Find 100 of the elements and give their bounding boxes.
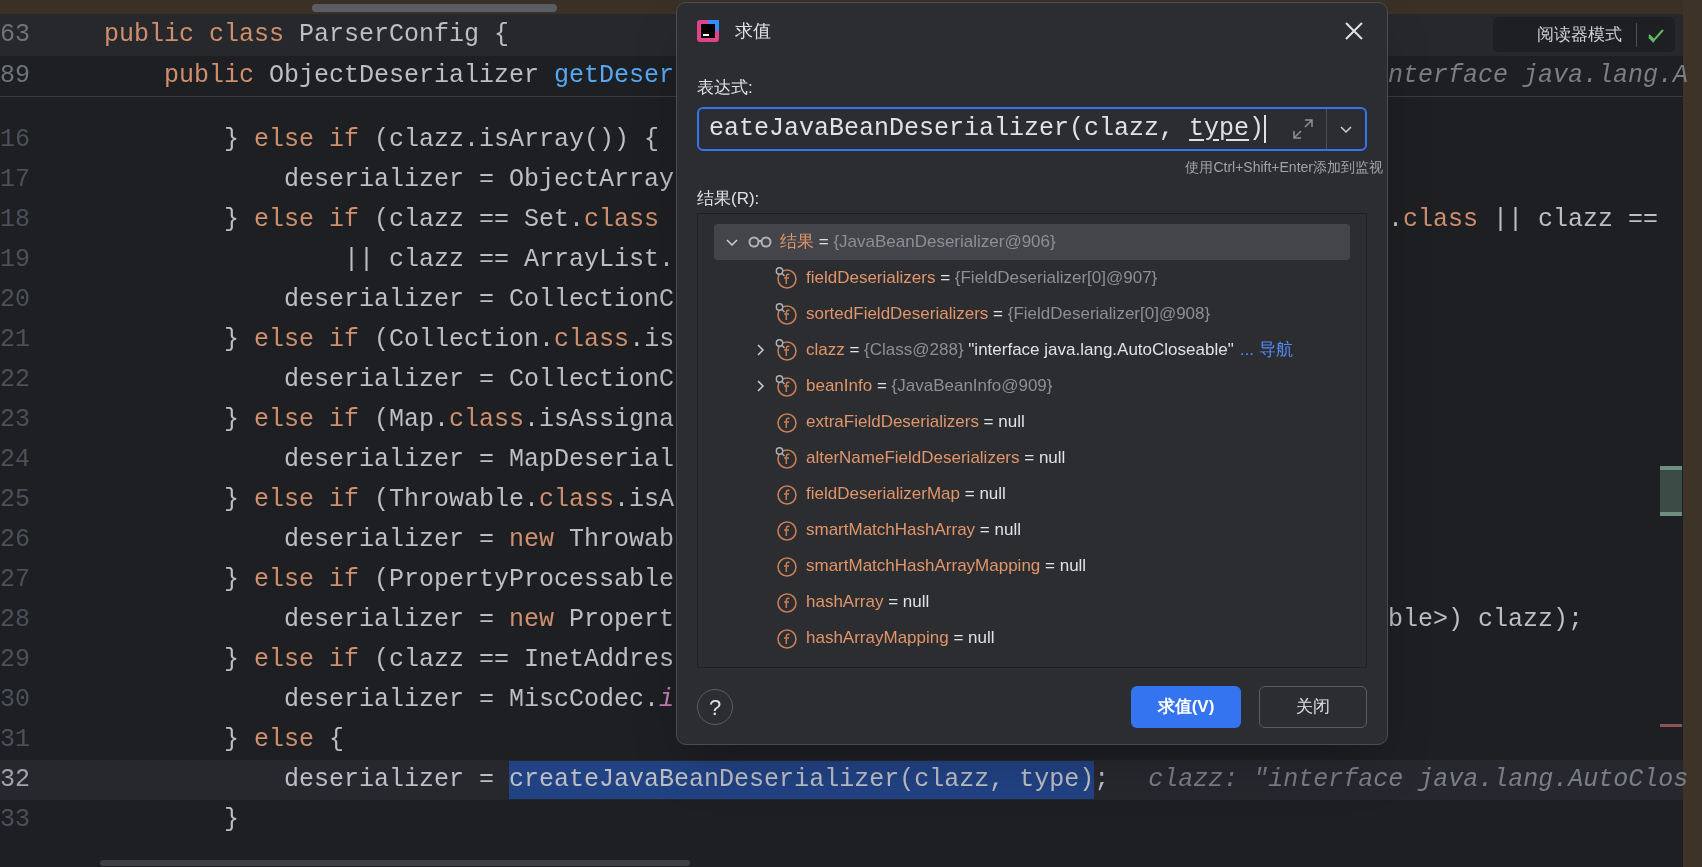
field-icon bbox=[774, 590, 798, 614]
tree-item-text: hashArrayMapping = null bbox=[806, 627, 995, 650]
code-text: . bbox=[1388, 204, 1403, 237]
tree-item-text: clazz = {Class@288} "interface java.lang.AutoCloseable" bbox=[806, 339, 1234, 362]
code-text: } bbox=[223, 724, 241, 757]
code-text: (PropertyProcessable bbox=[373, 564, 675, 597]
tree-item-text: beanInfo = {JavaBeanInfo@909} bbox=[806, 375, 1053, 398]
code-text: } bbox=[223, 644, 241, 677]
code-text: } bbox=[223, 324, 241, 357]
expression-label: 表达式: bbox=[697, 77, 753, 99]
close-button[interactable]: 关闭 bbox=[1259, 686, 1367, 728]
field-icon bbox=[774, 410, 798, 434]
code-text: .isAssigna bbox=[524, 404, 675, 437]
code-text: } bbox=[223, 484, 241, 517]
code-text: public bbox=[163, 60, 255, 93]
code-text: class bbox=[554, 324, 630, 357]
code-text: deserializer = bbox=[283, 524, 496, 557]
code-text: || clazz == bbox=[1492, 204, 1659, 237]
code-text: } bbox=[223, 564, 241, 597]
expression-field[interactable]: eateJavaBeanDeserializer(clazz, type) bbox=[697, 106, 1367, 151]
code-text: } bbox=[223, 124, 241, 157]
scrollbar[interactable] bbox=[312, 4, 557, 12]
code-text: getDeser bbox=[554, 60, 675, 93]
code-text: .is bbox=[629, 324, 675, 357]
reader-mode-toggle[interactable]: 阅读器模式 bbox=[1493, 17, 1675, 52]
code-text: deserializer = bbox=[283, 604, 496, 637]
code-text: { bbox=[328, 724, 345, 757]
code-text: deserializer = MapDeserial bbox=[283, 444, 675, 477]
field-watch-icon bbox=[774, 302, 798, 326]
field-icon bbox=[774, 554, 798, 578]
tree-item-text: sortedFieldDeserializers = {FieldDeserializer[0]@908} bbox=[806, 303, 1211, 326]
line-number: 89 bbox=[0, 60, 31, 93]
code-text: new bbox=[509, 604, 555, 637]
code-text: .isA bbox=[614, 484, 675, 517]
code-text: class bbox=[449, 404, 525, 437]
inline-value-hint: nterface java.lang.A bbox=[1388, 60, 1689, 93]
code-text: (clazz == Set. bbox=[373, 204, 585, 237]
tree-item-text: hashArray = null bbox=[806, 591, 930, 614]
expand-icon[interactable] bbox=[1292, 117, 1314, 140]
code-text: ble>) clazz); bbox=[1388, 604, 1584, 637]
code-text: deserializer = MiscCodec. bbox=[283, 684, 660, 717]
tree-item-text: alterNameFieldDeserializers = null bbox=[806, 447, 1066, 470]
field-icon bbox=[774, 626, 798, 650]
code-text: else if bbox=[254, 204, 360, 237]
evaluate-button[interactable]: 求值(V) bbox=[1131, 686, 1241, 728]
close-icon[interactable] bbox=[1345, 22, 1363, 40]
code-text: deserializer = CollectionC bbox=[283, 284, 675, 317]
code-text: (Collection. bbox=[373, 324, 555, 357]
code-text: else if bbox=[254, 484, 360, 517]
code-text: else if bbox=[254, 324, 360, 357]
code-text: class bbox=[539, 484, 615, 517]
tree-item-text: extraFieldDeserializers = null bbox=[806, 411, 1025, 434]
tree-item-text: fieldDeserializers = {FieldDeserializer[0]@907} bbox=[806, 267, 1158, 290]
code-text: Propert bbox=[568, 604, 675, 637]
dialog-title: 求值 bbox=[735, 19, 771, 43]
code-text: (Throwable. bbox=[373, 484, 540, 517]
code-text: class bbox=[1403, 204, 1479, 237]
code-text: } bbox=[223, 804, 240, 837]
code-text: ObjectDeserializer bbox=[268, 60, 541, 93]
field-watch-icon bbox=[774, 446, 798, 470]
code-text: || clazz == ArrayList. bbox=[343, 244, 675, 277]
code-text: class bbox=[584, 204, 660, 237]
tree-item-text: smartMatchHashArray = null bbox=[806, 519, 1021, 542]
code-text: } bbox=[223, 204, 241, 237]
code-text: (Map. bbox=[373, 404, 450, 437]
navigate-link[interactable]: ... 导航 bbox=[1239, 337, 1293, 363]
field-watch-icon bbox=[774, 338, 798, 362]
shortcut-hint: 使用Ctrl+Shift+Enter添加到监视 bbox=[1185, 157, 1383, 177]
app-logo-icon bbox=[697, 20, 719, 42]
code-text: i bbox=[659, 684, 675, 717]
code-text: else if bbox=[254, 124, 360, 157]
tree-item-text: fieldDeserializerMap = null bbox=[806, 483, 1006, 506]
line-number: 63 bbox=[0, 19, 31, 52]
line-number: 32 bbox=[0, 764, 31, 797]
tree-item-text: 结果 = {JavaBeanDeserializer@906} bbox=[780, 231, 1056, 254]
code-text: deserializer = ObjectArray bbox=[283, 164, 675, 197]
code-text: new bbox=[509, 524, 555, 557]
change-marker bbox=[1660, 466, 1682, 516]
code-text: ParserConfig { bbox=[298, 19, 510, 52]
code-text: (clazz == InetAddres bbox=[373, 644, 675, 677]
code-text: else if bbox=[254, 564, 360, 597]
field-icon bbox=[774, 518, 798, 542]
selected-code: createJavaBeanDeserializer(clazz, type) bbox=[509, 761, 1095, 799]
error-marker bbox=[1660, 724, 1682, 727]
code-text: else bbox=[254, 724, 315, 757]
tree-row[interactable]: 结果 = {JavaBeanDeserializer@906} bbox=[714, 224, 1350, 260]
field-icon bbox=[774, 482, 798, 506]
code-text: ; bbox=[1094, 764, 1110, 797]
code-text: public class bbox=[104, 19, 285, 52]
code-text: (clazz.isArray()) { bbox=[373, 124, 660, 157]
code-text: } bbox=[223, 404, 241, 437]
code-text: Throwab bbox=[568, 524, 675, 557]
scrollbar[interactable] bbox=[100, 859, 690, 866]
field-watch-icon bbox=[774, 374, 798, 398]
glasses-icon bbox=[748, 235, 772, 249]
result-label: 结果(R): bbox=[697, 187, 760, 210]
inline-value-hint: clazz: "interface java.lang.AutoClos bbox=[1148, 764, 1689, 797]
field-watch-icon bbox=[774, 266, 798, 290]
code-text: deserializer = CollectionC bbox=[283, 364, 675, 397]
code-text: else if bbox=[254, 644, 360, 677]
